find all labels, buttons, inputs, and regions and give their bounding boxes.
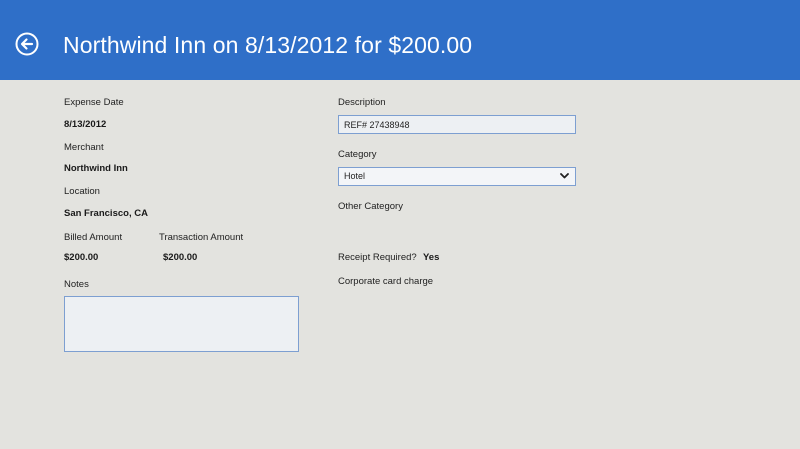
description-input[interactable] (338, 115, 576, 134)
merchant-label: Merchant (64, 142, 104, 153)
category-select[interactable]: Hotel (338, 167, 576, 186)
transaction-amount-value: $200.00 (163, 252, 198, 263)
description-label: Description (338, 97, 386, 108)
back-button[interactable] (15, 32, 39, 56)
location-label: Location (64, 186, 100, 197)
location-value: San Francisco, CA (64, 208, 148, 219)
transaction-amount-label: Transaction Amount (159, 232, 244, 243)
other-category-label: Other Category (338, 201, 403, 212)
billed-amount-value: $200.00 (64, 252, 99, 263)
notes-label: Notes (64, 279, 89, 290)
notes-textarea[interactable] (64, 296, 299, 352)
chevron-down-icon (560, 173, 569, 179)
category-label: Category (338, 149, 377, 160)
expense-date-value: 8/13/2012 (64, 119, 107, 130)
page-title: Northwind Inn on 8/13/2012 for $200.00 (63, 32, 473, 58)
receipt-required-label: Receipt Required? (338, 252, 417, 263)
corporate-card-text: Corporate card charge (338, 276, 434, 287)
app-header: Northwind Inn on 8/13/2012 for $200.00 (0, 0, 800, 80)
billed-amount-label: Billed Amount (64, 232, 123, 243)
category-selected-value: Hotel (344, 171, 366, 181)
expense-date-label: Expense Date (64, 97, 124, 108)
receipt-required-value: Yes (423, 252, 440, 263)
back-arrow-circle-icon (15, 32, 39, 56)
merchant-value: Northwind Inn (64, 163, 128, 174)
